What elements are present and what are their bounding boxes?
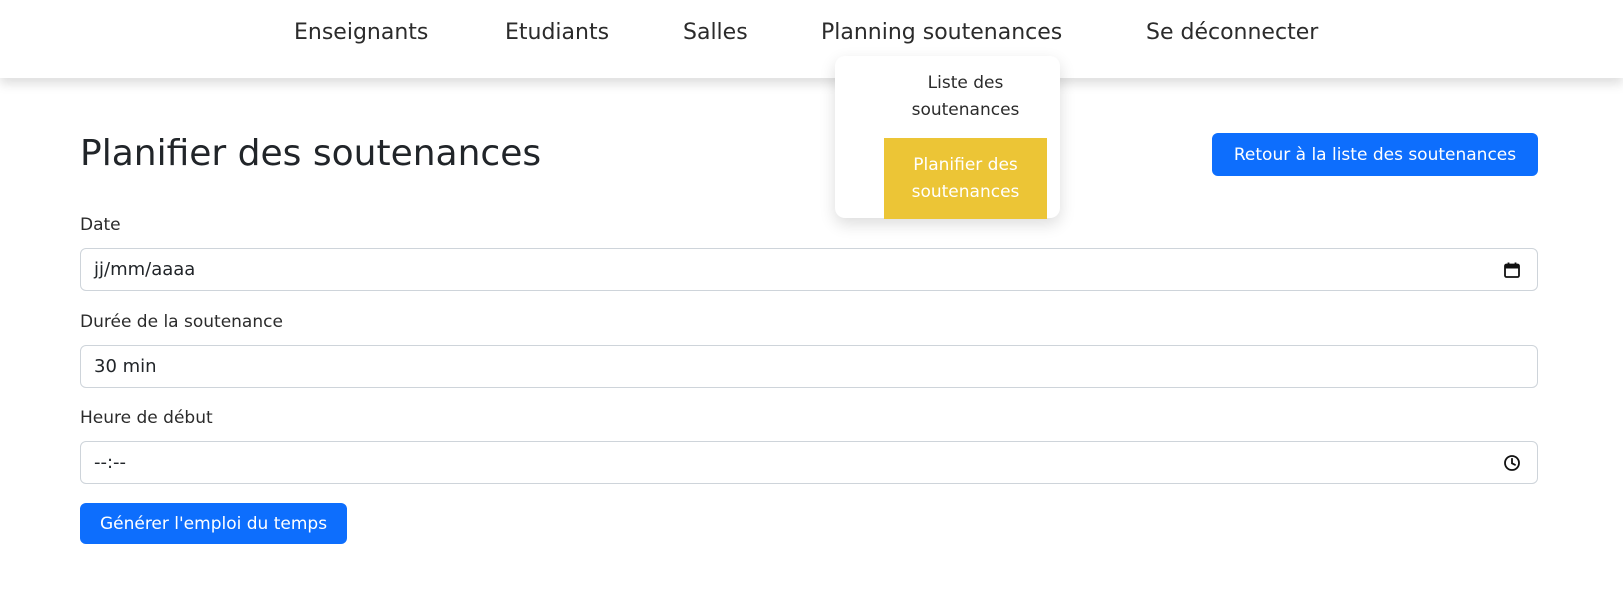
dropdown-item-planifier-soutenances[interactable]: Planifier des soutenances (884, 138, 1047, 219)
clock-icon[interactable] (1503, 454, 1521, 472)
start-time-input[interactable]: --:-- (80, 441, 1538, 484)
page-title: Planifier des soutenances (80, 133, 542, 174)
duration-select-value: 30 min (94, 356, 157, 377)
planning-dropdown-menu: Liste des soutenances Planifier des sout… (835, 56, 1060, 219)
calendar-icon[interactable] (1503, 261, 1521, 279)
duration-select[interactable]: 30 min (80, 345, 1538, 388)
date-input[interactable]: jj/mm/aaaa (80, 248, 1538, 291)
start-time-label: Heure de début (80, 408, 213, 428)
dropdown-item-liste-soutenances[interactable]: Liste des soutenances (884, 70, 1047, 126)
nav-enseignants[interactable]: Enseignants (294, 18, 428, 48)
duration-label: Durée de la soutenance (80, 312, 283, 332)
nav-salles[interactable]: Salles (683, 18, 748, 48)
nav-planning-soutenances[interactable]: Planning soutenances (821, 18, 1062, 48)
generate-schedule-button[interactable]: Générer l'emploi du temps (80, 503, 347, 544)
date-input-value: jj/mm/aaaa (94, 259, 196, 280)
nav-etudiants[interactable]: Etudiants (505, 18, 609, 48)
date-label: Date (80, 215, 121, 235)
back-to-list-button[interactable]: Retour à la liste des soutenances (1212, 133, 1538, 176)
start-time-input-value: --:-- (94, 452, 127, 473)
nav-se-deconnecter[interactable]: Se déconnecter (1146, 18, 1318, 48)
top-navbar: Enseignants Etudiants Salles Planning so… (0, 0, 1623, 78)
